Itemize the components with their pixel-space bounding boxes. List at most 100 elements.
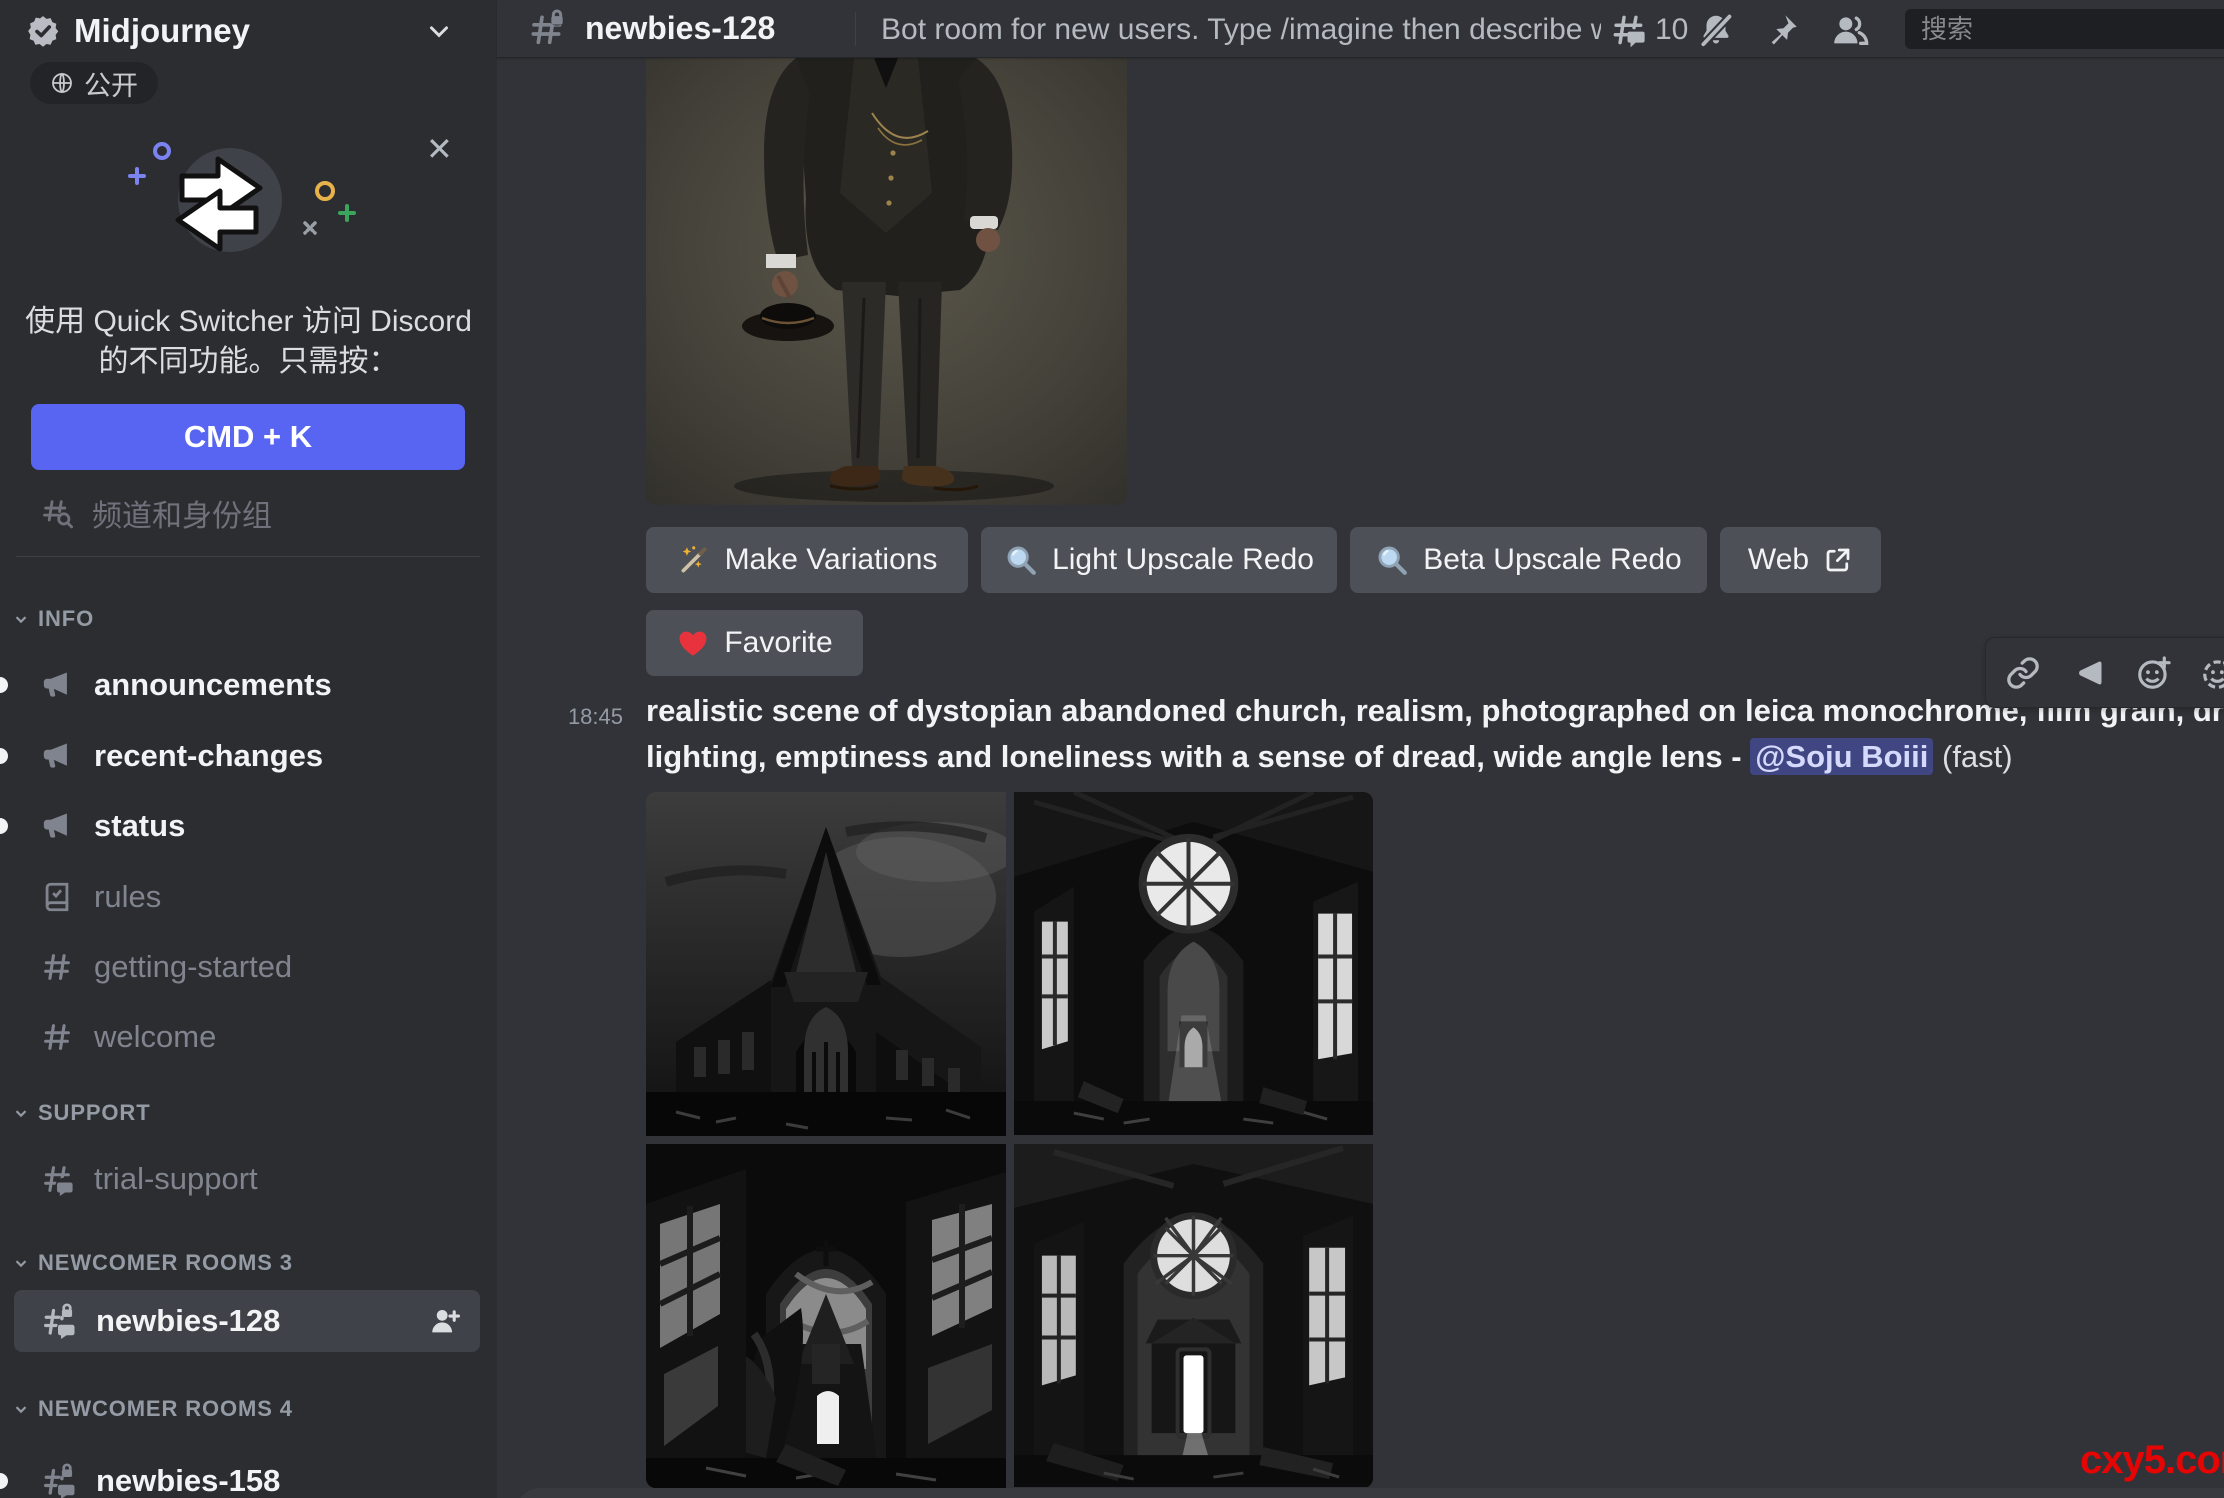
message-actions-toolbar: [1985, 637, 2224, 708]
channel-topic[interactable]: Bot room for new users. Type /imagine th…: [881, 13, 1601, 47]
magic-wand-icon: [677, 543, 711, 577]
globe-icon: [50, 71, 74, 95]
generated-image-grid[interactable]: [646, 792, 1373, 1488]
sidebar-item-newbies-128[interactable]: newbies-128: [14, 1290, 480, 1352]
category-info[interactable]: INFO: [12, 606, 94, 632]
megaphone-icon: [40, 809, 74, 843]
make-variations-button[interactable]: Make Variations: [646, 527, 968, 593]
channel-name: recent-changes: [94, 738, 323, 774]
favorite-button[interactable]: Favorite: [646, 610, 863, 676]
add-super-reaction-icon[interactable]: [2195, 647, 2224, 699]
button-label: Web: [1748, 543, 1809, 577]
copy-link-icon[interactable]: [1998, 647, 2048, 699]
sidebar-item-newbies-158[interactable]: newbies-158: [0, 1458, 497, 1498]
channel-name: getting-started: [94, 949, 292, 985]
pinned-messages-icon[interactable]: [1759, 7, 1805, 53]
rules-book-icon: [40, 880, 74, 914]
chevron-down-icon: [12, 1104, 30, 1122]
category-newcomer-rooms-3[interactable]: NEWCOMER ROOMS 3: [12, 1250, 293, 1276]
magnifier-icon: [1004, 543, 1038, 577]
unread-dot: [0, 818, 8, 834]
hash-chat-icon: [40, 1162, 74, 1196]
category-label: INFO: [38, 606, 94, 632]
server-name: Midjourney: [74, 12, 250, 50]
server-header[interactable]: Midjourney: [26, 12, 250, 50]
light-upscale-redo-button[interactable]: Light Upscale Redo: [981, 527, 1337, 593]
channel-name: announcements: [94, 667, 332, 703]
channel-header: newbies-128 Bot room for new users. Type…: [497, 0, 2224, 58]
hash-lock-icon: [527, 9, 567, 54]
grid-image-4[interactable]: [1014, 1144, 1373, 1487]
main-panel: newbies-128 Bot room for new users. Type…: [497, 0, 2224, 1498]
quick-switcher-illustration: [112, 128, 374, 283]
chevron-down-icon: [12, 610, 30, 628]
close-icon[interactable]: ✕: [426, 130, 453, 168]
hash-icon: [40, 1020, 74, 1054]
sidebar-item-rules[interactable]: rules: [0, 874, 497, 920]
cmd-k-shortcut-button[interactable]: CMD + K: [31, 404, 465, 470]
button-label: Favorite: [724, 626, 832, 660]
magnifier-icon: [1375, 543, 1409, 577]
grid-image-2[interactable]: [1014, 792, 1373, 1135]
hash-lock-chat-icon: [40, 1303, 76, 1339]
grid-image-3[interactable]: [646, 1144, 1006, 1488]
channel-name: newbies-128: [96, 1303, 280, 1339]
category-support[interactable]: SUPPORT: [12, 1100, 151, 1126]
channel-name: rules: [94, 879, 161, 915]
hash-lock-chat-icon: [40, 1463, 76, 1498]
channel-name: trial-support: [94, 1161, 258, 1197]
chevron-down-icon: [12, 1400, 30, 1418]
sidebar-item-trial-support[interactable]: trial-support: [0, 1156, 497, 1202]
category-newcomer-rooms-4[interactable]: NEWCOMER ROOMS 4: [12, 1396, 293, 1422]
quick-switcher-text-line2: 的不同功能。只需按：: [0, 336, 497, 380]
add-reaction-icon[interactable]: [2129, 647, 2179, 699]
megaphone-icon: [40, 668, 74, 702]
message-timestamp: 18:45: [537, 704, 623, 730]
sidebar-item-status[interactable]: status: [0, 803, 497, 849]
sidebar-item-welcome[interactable]: welcome: [0, 1014, 497, 1060]
chevron-down-icon: [12, 1254, 30, 1272]
channel-name: newbies-158: [96, 1463, 280, 1498]
channel-name: welcome: [94, 1019, 216, 1055]
threads-count: 10: [1655, 13, 1688, 47]
verified-badge-icon: [26, 14, 60, 48]
user-mention[interactable]: @Soju Boiii: [1750, 738, 1933, 775]
prompt-line-2: lighting, emptiness and loneliness with …: [646, 734, 2013, 780]
server-dropdown-chevron-icon[interactable]: [424, 16, 454, 51]
grid-image-1[interactable]: [646, 792, 1006, 1136]
browse-channels-icon: [40, 496, 74, 530]
notifications-muted-icon[interactable]: [1693, 7, 1739, 53]
channels-and-roles-item[interactable]: 频道和身份组: [0, 490, 497, 536]
discord-app: Midjourney 公开 ✕: [0, 0, 2224, 1498]
sidebar-item-announcements[interactable]: announcements: [0, 662, 497, 708]
public-server-badge: 公开: [30, 62, 158, 104]
channel-title: newbies-128: [585, 10, 775, 47]
channels-and-roles-label: 频道和身份组: [92, 491, 272, 535]
sidebar-item-getting-started[interactable]: getting-started: [0, 944, 497, 990]
heart-icon: [676, 626, 710, 660]
forward-icon[interactable]: [2064, 647, 2114, 699]
category-label: NEWCOMER ROOMS 4: [38, 1396, 293, 1422]
button-label: Light Upscale Redo: [1052, 543, 1314, 577]
beta-upscale-redo-button[interactable]: Beta Upscale Redo: [1350, 527, 1707, 593]
threads-icon[interactable]: [1605, 7, 1651, 53]
create-invite-icon[interactable]: [428, 1304, 462, 1338]
hash-icon: [40, 950, 74, 984]
watermark: cxy5.com: [2080, 1438, 2224, 1483]
prompt-line-2-text: lighting, emptiness and loneliness with …: [646, 739, 1742, 774]
megaphone-icon: [40, 739, 74, 773]
search-input[interactable]: [1905, 9, 2224, 49]
category-label: SUPPORT: [38, 1100, 151, 1126]
category-label: NEWCOMER ROOMS 3: [38, 1250, 293, 1276]
web-button[interactable]: Web: [1720, 527, 1881, 593]
public-badge-label: 公开: [84, 64, 138, 103]
sidebar-divider: [16, 556, 480, 557]
message-composer[interactable]: [516, 1488, 2224, 1498]
member-list-icon[interactable]: [1827, 7, 1873, 53]
header-divider: [855, 12, 856, 46]
button-label: Beta Upscale Redo: [1423, 543, 1682, 577]
upscaled-image-attachment[interactable]: [646, 58, 1127, 505]
fast-mode-suffix: (fast): [1942, 739, 2013, 774]
sidebar-item-recent-changes[interactable]: recent-changes: [0, 733, 497, 779]
channel-name: status: [94, 808, 185, 844]
